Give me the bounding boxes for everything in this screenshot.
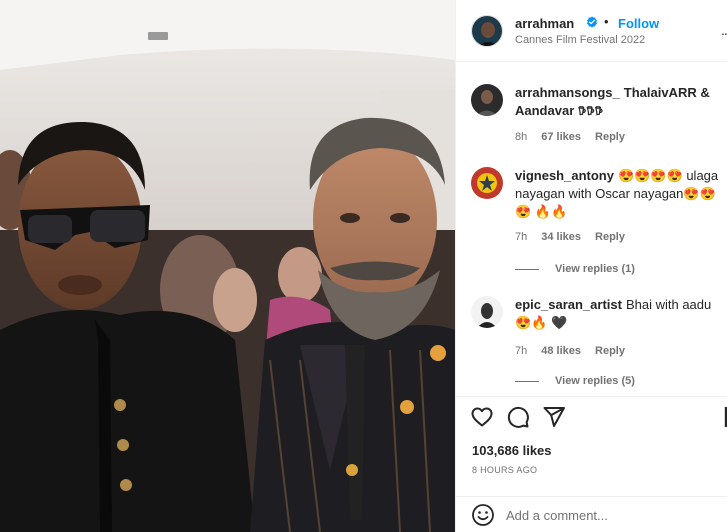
replies-line [515, 268, 539, 270]
heart-icon[interactable] [470, 405, 494, 429]
comment-text: arrahmansongs_ ThalaivARR & Aandavar 𖠚𖠚𖠚 [515, 84, 725, 120]
replies-line [515, 380, 539, 382]
comment-time[interactable]: 7h [515, 345, 527, 357]
comment-text: vignesh_antony 😍😍😍😍 ulaga nayagan with Os… [515, 167, 725, 221]
emoji-icon[interactable] [471, 503, 495, 527]
likes-count[interactable]: 103,686 likes [472, 443, 552, 458]
post-location[interactable]: Cannes Film Festival 2022 [515, 34, 645, 46]
comment-likes[interactable]: 48 likes [541, 345, 581, 357]
reply-button[interactable]: Reply [595, 231, 625, 243]
comment-likes[interactable]: 67 likes [541, 131, 581, 143]
commenter-username[interactable]: vignesh_antony [515, 168, 614, 183]
comment-meta: 7h 48 likes Reply [515, 345, 639, 357]
follow-button[interactable]: Follow [618, 16, 659, 31]
post-sidebar: arrahman • Follow Cannes Film Festival 2… [455, 0, 727, 532]
photo-illustration [0, 0, 455, 532]
comment-meta: 8h 67 likes Reply [515, 131, 639, 143]
comment-icon[interactable] [506, 405, 530, 429]
author-username[interactable]: arrahman [515, 16, 574, 31]
commenter-avatar[interactable] [471, 167, 503, 199]
bookmark-icon[interactable] [722, 405, 727, 429]
post-header: arrahman • Follow Cannes Film Festival 2… [456, 0, 727, 62]
author-avatar[interactable] [471, 15, 503, 47]
reply-button[interactable]: Reply [595, 131, 625, 143]
share-icon[interactable] [542, 405, 566, 429]
view-replies-label: View replies (5) [555, 375, 635, 387]
comment-likes[interactable]: 34 likes [541, 231, 581, 243]
view-replies-button[interactable]: View replies (5) [515, 375, 635, 387]
commenter-username[interactable]: epic_saran_artist [515, 297, 622, 312]
view-replies-label: View replies (1) [555, 263, 635, 275]
comment-text: epic_saran_artist Bhai with aadu😍🔥 🖤 [515, 296, 725, 332]
verified-badge-icon [587, 16, 597, 28]
post-photo[interactable] [0, 0, 455, 532]
post-actions [456, 396, 727, 436]
posted-time[interactable]: 8 HOURS AGO [472, 465, 537, 475]
add-comment-bar [456, 496, 727, 532]
commenter-username[interactable]: arrahmansongs_ [515, 85, 620, 100]
comment-time[interactable]: 7h [515, 231, 527, 243]
more-options-icon[interactable]: ... [721, 22, 727, 38]
commenter-avatar[interactable] [471, 84, 503, 116]
header-separator: • [604, 14, 609, 29]
comment-meta: 7h 34 likes Reply [515, 231, 639, 243]
comments-list: arrahmansongs_ ThalaivARR & Aandavar 𖠚𖠚𖠚 … [456, 63, 727, 393]
view-replies-button[interactable]: View replies (1) [515, 263, 635, 275]
reply-button[interactable]: Reply [595, 345, 625, 357]
add-comment-input[interactable] [506, 505, 706, 525]
commenter-avatar[interactable] [471, 296, 503, 328]
comment-time[interactable]: 8h [515, 131, 527, 143]
